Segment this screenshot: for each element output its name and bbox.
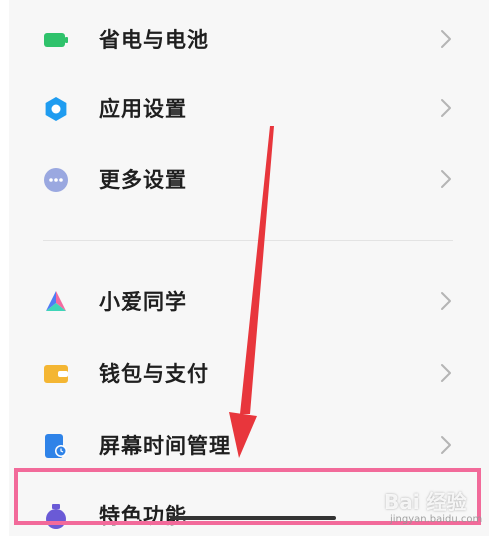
watermark: Bai 经验 jingyan.baidu.com — [384, 486, 490, 534]
watermark-url: jingyan.baidu.com — [390, 514, 483, 525]
arrow-annotation — [229, 126, 274, 458]
watermark-text: Bai 经验 — [384, 490, 467, 514]
